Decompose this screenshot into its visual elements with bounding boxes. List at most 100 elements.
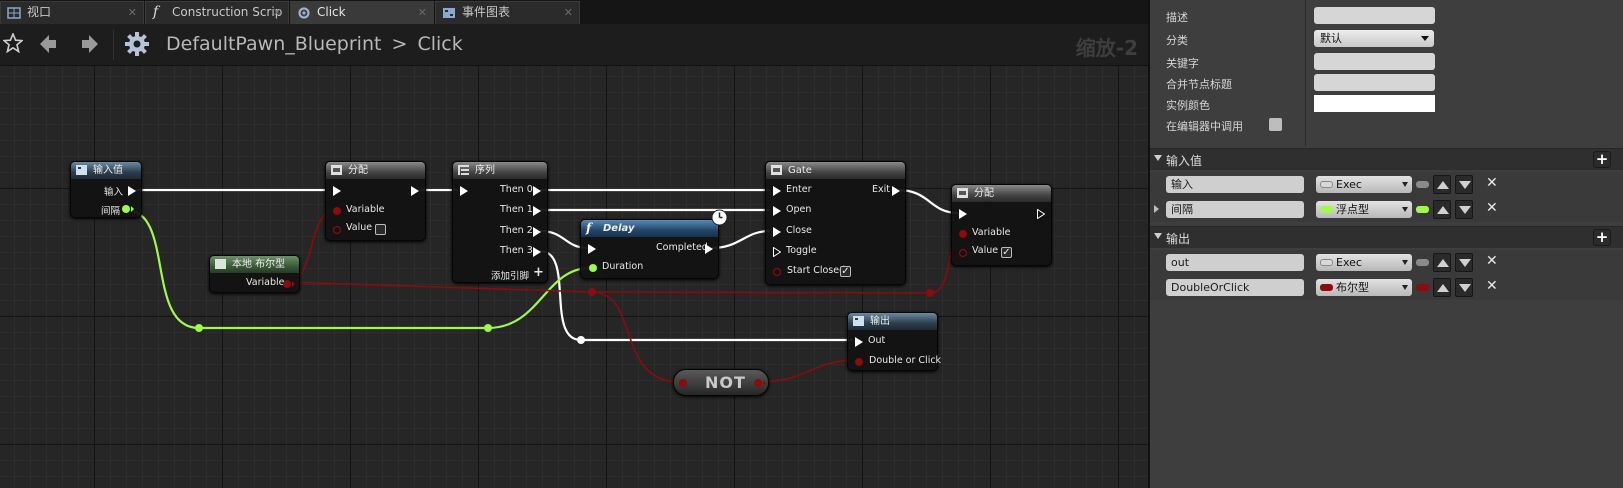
exec-pin-icon[interactable] (705, 244, 713, 254)
close-icon[interactable]: ✕ (564, 2, 573, 23)
input-type-select[interactable]: Exec (1316, 176, 1412, 193)
exec-pin-icon[interactable] (533, 227, 541, 237)
exec-pin-icon[interactable] (773, 206, 781, 216)
float-pin-icon[interactable] (588, 263, 598, 273)
move-up-button[interactable] (1433, 278, 1451, 297)
bool-pin-icon[interactable] (678, 378, 688, 388)
call-in-editor-checkbox[interactable] (1269, 118, 1282, 131)
start-closed-checkbox[interactable]: ✓ (840, 266, 851, 277)
bool-pin-icon[interactable] (855, 357, 865, 367)
add-input-button[interactable]: + (1593, 151, 1611, 168)
tab-event-graph[interactable]: 事件图表 ✕ (435, 1, 580, 24)
bool-pin-icon[interactable] (333, 206, 343, 216)
output-name-field[interactable]: out (1166, 254, 1304, 271)
exec-pin-icon[interactable] (959, 209, 967, 219)
exec-pin-icon[interactable] (1037, 209, 1045, 219)
forward-arrow-icon[interactable] (80, 33, 100, 55)
delete-icon[interactable]: ✕ (1486, 278, 1498, 294)
outputs-section-header[interactable]: 输出 + (1150, 226, 1623, 248)
close-icon[interactable]: ✕ (273, 2, 282, 23)
bool-pin-icon[interactable] (754, 378, 766, 388)
detail-label: 关键字 (1166, 57, 1199, 70)
move-down-button[interactable] (1455, 200, 1473, 219)
inputs-section-header[interactable]: 输入值 + (1150, 148, 1623, 170)
pin-label: 输入 (104, 187, 124, 198)
exec-pin-icon[interactable] (892, 186, 900, 196)
input-name-field[interactable]: 输入 (1166, 176, 1304, 193)
blueprint-editor: 视口 ✕ f Construction Scrip ✕ Click ✕ 事件图表… (0, 0, 1623, 488)
tab-click[interactable]: Click ✕ (290, 1, 434, 24)
node-outputs[interactable]: 输出 Out Double or Click (847, 312, 942, 371)
back-arrow-icon[interactable] (38, 33, 58, 55)
exec-pin-icon[interactable] (588, 244, 596, 254)
input-name-field[interactable]: 间隔 (1166, 201, 1304, 218)
move-down-button[interactable] (1455, 253, 1473, 272)
pin-label: Close (786, 225, 812, 236)
output-type-select[interactable]: 布尔型 (1316, 279, 1412, 296)
exec-pin-icon[interactable] (411, 186, 419, 196)
input-type-select[interactable]: 浮点型 (1316, 201, 1412, 218)
breadcrumb-parent[interactable]: DefaultPawn_Blueprint (166, 33, 381, 55)
local-variable-icon (215, 259, 226, 269)
move-up-button[interactable] (1433, 200, 1451, 219)
plus-icon[interactable]: + (533, 265, 544, 280)
node-delay[interactable]: f Delay Completed Duration (580, 209, 728, 279)
bool-pin-icon[interactable] (959, 248, 969, 258)
tab-viewport[interactable]: 视口 ✕ (0, 1, 144, 24)
compact-title-input[interactable] (1314, 74, 1435, 91)
delete-icon[interactable]: ✕ (1486, 253, 1498, 269)
bool-pin-icon[interactable] (959, 229, 969, 239)
star-icon[interactable] (3, 33, 23, 53)
exec-pin-icon[interactable] (773, 247, 781, 257)
graph-canvas[interactable]: 输入值 输入 间隔 分配 Variable Value 本地 布尔型 Varia… (0, 66, 1148, 488)
collapse-arrow-icon[interactable] (1154, 233, 1162, 239)
move-down-button[interactable] (1455, 175, 1473, 194)
bool-pin-icon[interactable] (283, 279, 295, 289)
inputs-section-title: 输入值 (1166, 154, 1203, 168)
move-down-button[interactable] (1455, 278, 1473, 297)
exec-pin-icon[interactable] (128, 186, 136, 196)
exec-pin-icon[interactable] (773, 186, 781, 196)
add-output-button[interactable]: + (1593, 229, 1611, 246)
output-type-select[interactable]: Exec (1316, 254, 1412, 271)
exec-pin-icon[interactable] (533, 206, 541, 216)
sequence-icon (458, 165, 469, 175)
node-assign[interactable]: 分配 Variable Value (325, 161, 426, 241)
tab-construction-script[interactable]: f Construction Scrip ✕ (145, 1, 289, 24)
bool-pin-icon[interactable] (773, 267, 783, 277)
collapse-arrow-icon[interactable] (1154, 155, 1162, 161)
output-name-field[interactable]: DoubleOrClick (1166, 279, 1304, 296)
category-select[interactable]: 默认 (1314, 30, 1434, 47)
exec-pin-icon[interactable] (773, 227, 781, 237)
pin-label: Duration (602, 261, 644, 272)
close-icon[interactable]: ✕ (128, 2, 137, 23)
instance-color-swatch[interactable] (1314, 95, 1435, 112)
chevron-down-icon (1421, 36, 1429, 41)
node-assign-2[interactable]: 分配 Variable Value ✓ (951, 184, 1052, 266)
add-pin-label[interactable]: 添加引脚 (491, 268, 529, 282)
delete-icon[interactable]: ✕ (1486, 200, 1498, 216)
close-icon[interactable]: ✕ (418, 2, 427, 23)
bool-pin-icon[interactable] (333, 225, 343, 235)
node-gate[interactable]: Gate Enter Exit Open Close Toggle Start … (765, 161, 906, 285)
node-inputs[interactable]: 输入值 输入 间隔 (70, 161, 142, 218)
float-pin-icon[interactable] (122, 204, 134, 214)
pin-label: Double or Click (869, 355, 942, 366)
exec-pin-icon[interactable] (855, 337, 863, 347)
exec-pin-icon[interactable] (533, 247, 541, 257)
exec-pin-icon[interactable] (333, 186, 341, 196)
node-not[interactable]: NOT (673, 369, 769, 396)
reroute-knot (577, 336, 585, 344)
description-input[interactable] (1314, 7, 1435, 24)
expand-arrow-icon[interactable] (1154, 205, 1159, 213)
node-sequence[interactable]: 序列 Then 0 Then 1 Then 2 Then 3 添加引脚 + (452, 161, 548, 283)
exec-pin-icon[interactable] (460, 186, 468, 196)
value-checkbox[interactable] (375, 224, 386, 235)
value-checkbox[interactable]: ✓ (1001, 247, 1012, 258)
node-local-bool[interactable]: 本地 布尔型 Variable (209, 255, 300, 293)
exec-pin-icon[interactable] (533, 186, 541, 196)
move-up-button[interactable] (1433, 175, 1451, 194)
delete-icon[interactable]: ✕ (1486, 175, 1498, 191)
keywords-input[interactable] (1314, 53, 1435, 70)
move-up-button[interactable] (1433, 253, 1451, 272)
